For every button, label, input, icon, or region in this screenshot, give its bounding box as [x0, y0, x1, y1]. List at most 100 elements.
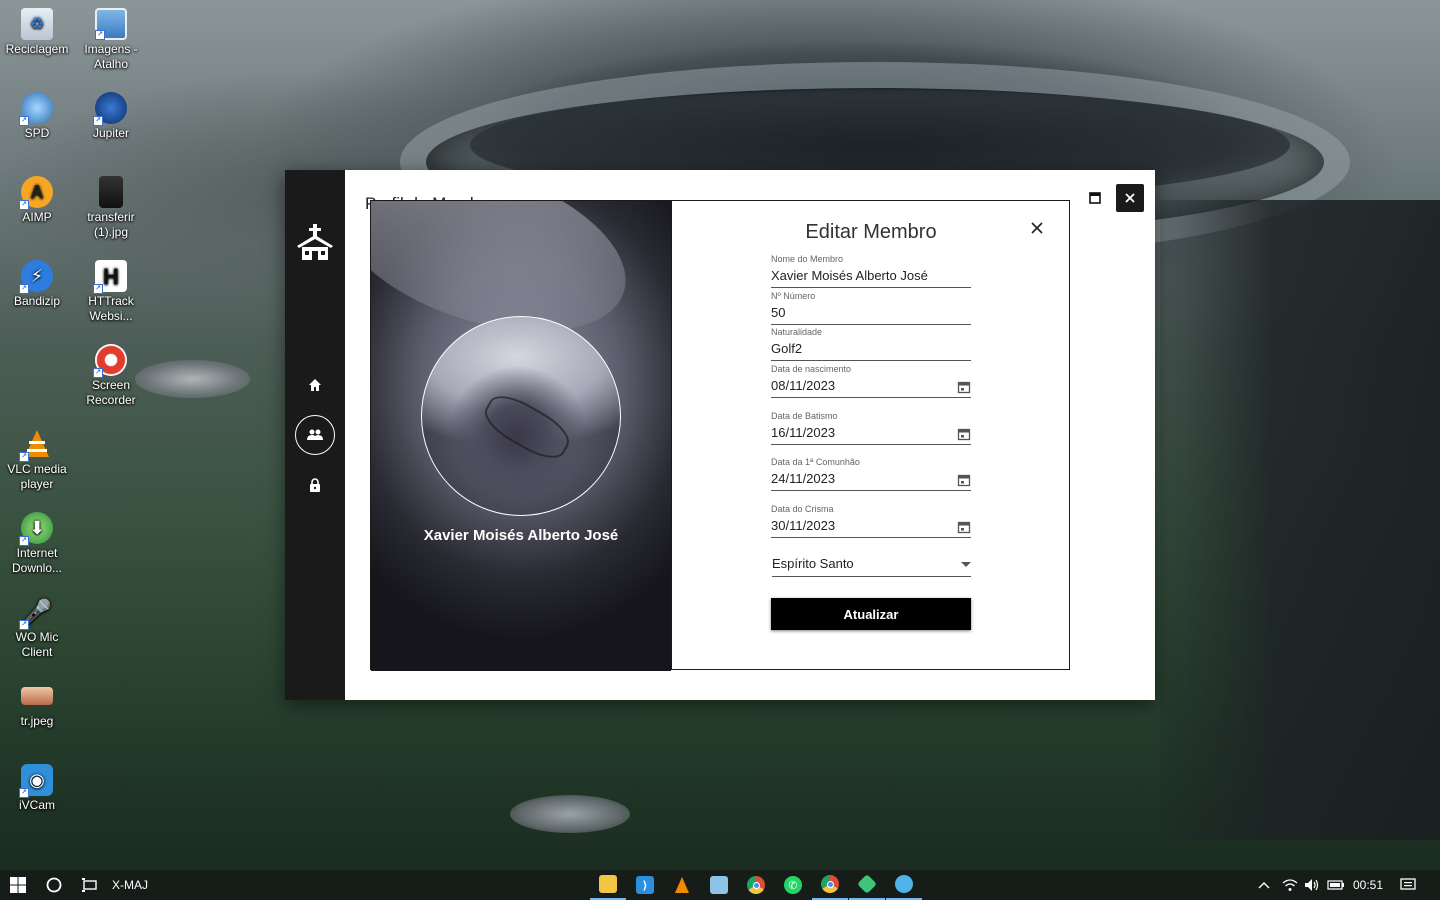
nav-members-button[interactable] — [295, 415, 335, 455]
batismo-field[interactable]: Data de Batismo 16/11/2023 — [771, 411, 971, 445]
close-icon — [1125, 193, 1135, 203]
taskbar-app-notepad[interactable] — [701, 870, 737, 900]
start-button[interactable] — [4, 870, 32, 900]
nascimento-input[interactable]: 08/11/2023 — [771, 375, 971, 397]
git-icon — [857, 874, 877, 894]
app-icon — [895, 875, 913, 893]
numero-field[interactable]: Nº Número 50 — [771, 291, 971, 325]
nav-lock-button[interactable] — [295, 465, 335, 505]
taskbar: X-MAJ ⟩ ✆ 00:51 — [0, 870, 1440, 900]
avatar-glasses — [478, 387, 576, 467]
network-button[interactable] — [1280, 870, 1300, 900]
show-hidden-icons-button[interactable] — [1254, 870, 1274, 900]
spd-icon: ↗ — [19, 92, 53, 126]
chrome-icon — [747, 876, 765, 894]
recycle-bin-icon: ♻ — [21, 8, 53, 40]
chrome-icon — [821, 875, 839, 893]
task-view-icon — [82, 878, 97, 892]
folder-icon — [599, 875, 617, 893]
lock-icon — [310, 478, 320, 492]
desktop-icon-ivcam[interactable]: ◉ ↗ iVCam — [0, 764, 74, 813]
battery-icon — [1327, 880, 1344, 890]
desktop-icon-recycle-bin[interactable]: ♻ Reciclagem — [0, 8, 74, 57]
desktop-icon-label: Imagens - Atalho — [84, 42, 138, 71]
desktop-icon-label: transferir (1).jpg — [87, 210, 135, 239]
bandizip-icon: ⚡ ↗ — [19, 260, 53, 294]
calendar-icon[interactable] — [957, 427, 971, 441]
close-modal-button[interactable] — [1026, 217, 1048, 239]
numero-input[interactable]: 50 — [771, 302, 971, 324]
field-label: Nome do Membro — [771, 254, 844, 264]
desktop-icon-spd[interactable]: ↗ SPD — [0, 92, 74, 141]
calendar-icon[interactable] — [957, 380, 971, 394]
comunidade-select[interactable]: Espírito Santo — [772, 553, 971, 577]
chevron-down-icon — [961, 562, 971, 567]
desktop-icon-tr-jpeg[interactable]: tr.jpeg — [0, 680, 74, 729]
crisma-field[interactable]: Data do Crisma 30/11/2023 — [771, 504, 971, 538]
aimp-icon: A ↗ — [19, 176, 53, 210]
taskbar-app-whatsapp[interactable]: ✆ — [775, 870, 811, 900]
church-icon[interactable] — [295, 222, 335, 262]
taskbar-app-chrome[interactable] — [738, 870, 774, 900]
desktop-icon-label: SPD — [24, 126, 50, 140]
taskbar-app-vscode[interactable]: ⟩ — [627, 870, 663, 900]
close-icon — [1031, 222, 1043, 234]
clock[interactable]: 00:51 — [1350, 870, 1386, 900]
nav-home-button[interactable] — [295, 365, 335, 405]
taskbar-label[interactable]: X-MAJ — [112, 870, 162, 900]
desktop-icon-vlc[interactable]: ↗ VLC media player — [0, 428, 74, 492]
field-label: Data da 1ª Comunhão — [771, 457, 860, 467]
field-label: Data de nascimento — [771, 364, 852, 374]
desktop-icon-label: Bandizip — [13, 294, 61, 308]
desktop-icon-label: Screen Recorder — [86, 378, 136, 407]
close-window-button[interactable] — [1116, 184, 1144, 212]
calendar-icon[interactable] — [957, 473, 971, 487]
desktop-icon-images-shortcut[interactable]: ↗ Imagens - Atalho — [74, 8, 148, 72]
taskbar-app-vlc[interactable] — [664, 870, 700, 900]
desktop-icon-bandizip[interactable]: ⚡ ↗ Bandizip — [0, 260, 74, 309]
taskbar-app-git[interactable] — [849, 870, 885, 900]
cortana-button[interactable] — [40, 870, 68, 900]
field-label: Naturalidade — [771, 327, 823, 337]
taskbar-app-chrome-2[interactable] — [812, 870, 848, 900]
desktop-icon-label: VLC media player — [7, 462, 67, 491]
taskbar-app-running[interactable] — [886, 870, 922, 900]
image-file-icon — [21, 687, 53, 705]
battery-button[interactable] — [1325, 870, 1347, 900]
update-button[interactable]: Atualizar — [771, 598, 971, 630]
notifications-button[interactable] — [1396, 870, 1420, 900]
comunhao-field[interactable]: Data da 1ª Comunhão 24/11/2023 — [771, 457, 971, 491]
nome-input[interactable]: Xavier Moisés Alberto José — [771, 265, 971, 287]
nome-field[interactable]: Nome do Membro Xavier Moisés Alberto Jos… — [771, 254, 971, 288]
maximize-button[interactable] — [1081, 184, 1109, 212]
avatar — [421, 316, 621, 516]
httrack-icon: H ↗ — [93, 260, 127, 294]
desktop-icon-transferir[interactable]: transferir (1).jpg — [74, 176, 148, 240]
whatsapp-icon: ✆ — [784, 876, 802, 894]
crisma-input[interactable]: 30/11/2023 — [771, 515, 971, 537]
image-file-icon — [99, 176, 123, 208]
desktop-icon-jupiter[interactable]: ↗ Jupiter — [74, 92, 148, 141]
desktop-icon-label: Reciclagem — [5, 42, 69, 56]
desktop-icon-label: iVCam — [18, 798, 55, 812]
nascimento-field[interactable]: Data de nascimento 08/11/2023 — [771, 364, 971, 398]
desktop-icon-screen-recorder[interactable]: ↗ Screen Recorder — [74, 344, 148, 408]
edit-member-modal: Xavier Moisés Alberto José Editar Membro… — [370, 200, 1070, 671]
wallpaper-ufo-small — [135, 360, 250, 398]
desktop-icon-internet-download[interactable]: ⬇ ↗ Internet Downlo... — [0, 512, 74, 576]
desktop-icon-wo-mic[interactable]: 🎤 ↗ WO Mic Client — [0, 596, 74, 660]
volume-button[interactable] — [1302, 870, 1322, 900]
naturalidade-field[interactable]: Naturalidade Golf2 — [771, 327, 971, 361]
select-value: Espírito Santo — [772, 556, 854, 571]
notification-icon — [1400, 878, 1416, 890]
batismo-input[interactable]: 16/11/2023 — [771, 422, 971, 444]
comunhao-input[interactable]: 24/11/2023 — [771, 468, 971, 490]
task-view-button[interactable] — [76, 870, 104, 900]
desktop-icon-httrack[interactable]: H ↗ HTTrack Websi... — [74, 260, 148, 324]
desktop-icon-aimp[interactable]: A ↗ AIMP — [0, 176, 74, 225]
naturalidade-input[interactable]: Golf2 — [771, 338, 971, 360]
chevron-up-icon — [1258, 882, 1270, 889]
calendar-icon[interactable] — [957, 520, 971, 534]
desktop-icon-label: HTTrack Websi... — [88, 294, 134, 323]
taskbar-app-file-explorer[interactable] — [590, 870, 626, 900]
